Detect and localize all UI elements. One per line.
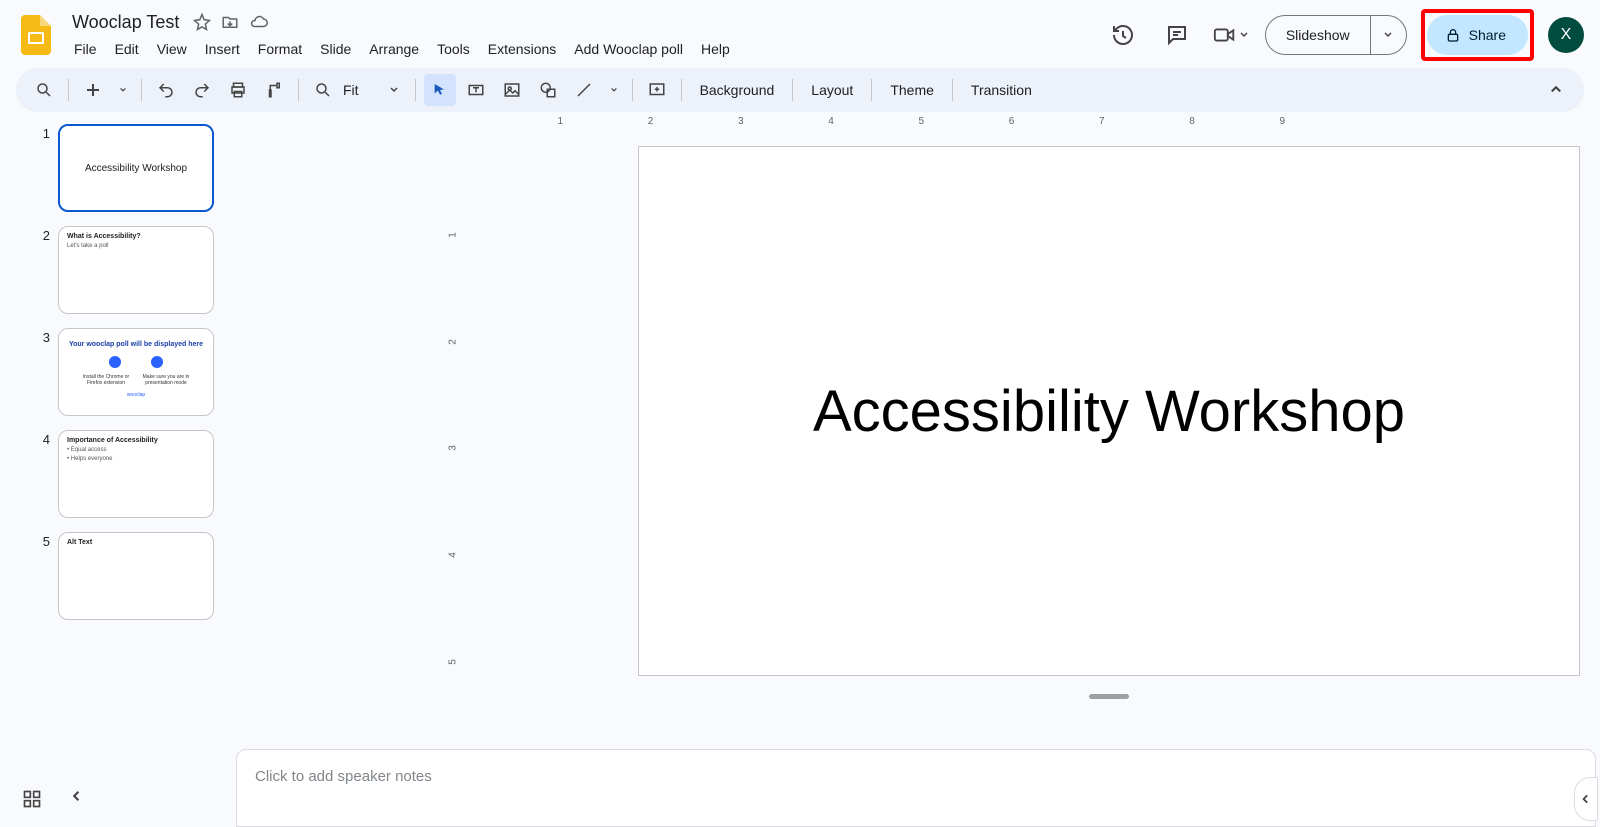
star-icon[interactable] [193,13,211,31]
menu-bar: File Edit View Insert Format Slide Arran… [64,37,738,61]
speaker-notes[interactable]: Click to add speaker notes [236,749,1596,827]
ruler-vertical[interactable]: 1 2 3 4 5 [450,134,464,727]
doc-title[interactable]: Wooclap Test [68,10,183,35]
left-gutter [0,112,34,827]
slide-thumb-2[interactable]: What is Accessibility? Let's take a poll [58,226,214,314]
meet-icon[interactable] [1211,15,1251,55]
bottom-left-controls [22,789,84,809]
print-button[interactable] [222,74,254,106]
share-label: Share [1469,27,1506,43]
shape-tool[interactable] [532,74,564,106]
line-tool[interactable] [568,74,600,106]
image-tool[interactable] [496,74,528,106]
notes-resize-handle[interactable] [1089,694,1129,699]
menu-extensions[interactable]: Extensions [480,37,564,61]
share-button[interactable]: Share [1427,15,1528,55]
zoom-icon[interactable] [307,74,339,106]
canvas-area: 1 2 3 4 5 6 7 8 9 1 2 3 4 5 Accessibilit… [234,112,1600,827]
menu-help[interactable]: Help [693,37,738,61]
slideshow-dropdown[interactable] [1370,16,1406,54]
move-icon[interactable] [221,13,239,31]
menu-tools[interactable]: Tools [429,37,478,61]
share-highlight: Share [1421,9,1534,61]
slide-number: 4 [34,430,50,447]
slide-thumb-5[interactable]: Alt Text [58,532,214,620]
new-slide-dropdown[interactable] [113,74,133,106]
slideshow-button[interactable]: Slideshow [1266,16,1370,54]
menu-format[interactable]: Format [250,37,310,61]
toolbar: Fit Background Layout Theme Transition [16,68,1584,112]
slideshow-group: Slideshow [1265,15,1407,55]
menu-edit[interactable]: Edit [107,37,147,61]
menu-wooclap[interactable]: Add Wooclap poll [566,37,691,61]
side-panel-toggle[interactable] [1574,777,1598,821]
menu-view[interactable]: View [149,37,195,61]
slide-thumb-3[interactable]: Your wooclap poll will be displayed here… [58,328,214,416]
paint-format-button[interactable] [258,74,290,106]
transition-button[interactable]: Transition [961,74,1042,106]
header: Wooclap Test File Edit View Insert Forma… [0,0,1600,64]
history-icon[interactable] [1103,15,1143,55]
select-tool[interactable] [424,74,456,106]
header-right: Slideshow Share X [1103,9,1584,61]
menu-insert[interactable]: Insert [197,37,248,61]
search-menus-icon[interactable] [28,74,60,106]
slide-number: 5 [34,532,50,549]
redo-button[interactable] [186,74,218,106]
lock-icon [1445,27,1461,43]
undo-button[interactable] [150,74,182,106]
menu-file[interactable]: File [66,37,105,61]
slide-number: 1 [34,124,50,141]
slide-canvas[interactable]: Accessibility Workshop [638,146,1580,676]
menu-arrange[interactable]: Arrange [361,37,427,61]
new-slide-button[interactable] [77,74,109,106]
comment-tool[interactable] [641,74,673,106]
comment-icon[interactable] [1157,15,1197,55]
ruler-horizontal[interactable]: 1 2 3 4 5 6 7 8 9 [470,116,1420,130]
slide-thumb-4[interactable]: Importance of Accessibility • Equal acce… [58,430,214,518]
textbox-tool[interactable] [460,74,492,106]
cloud-icon[interactable] [249,13,269,31]
explore-back-icon[interactable] [70,789,84,809]
theme-button[interactable]: Theme [880,74,944,106]
title-area: Wooclap Test File Edit View Insert Forma… [64,10,738,61]
grid-view-icon[interactable] [22,789,42,809]
slide-title-text[interactable]: Accessibility Workshop [813,378,1405,445]
background-button[interactable]: Background [690,74,785,106]
layout-button[interactable]: Layout [801,74,863,106]
zoom-select[interactable]: Fit [343,82,407,98]
slide-number: 2 [34,226,50,243]
line-dropdown[interactable] [604,74,624,106]
slide-thumb-1[interactable]: Accessibility Workshop [58,124,214,212]
slide-panel[interactable]: 1 Accessibility Workshop 2 What is Acces… [34,112,234,827]
menu-slide[interactable]: Slide [312,37,359,61]
slides-logo[interactable] [16,15,56,55]
slide-number: 3 [34,328,50,345]
collapse-toolbar-icon[interactable] [1540,74,1572,106]
account-avatar[interactable]: X [1548,17,1584,53]
